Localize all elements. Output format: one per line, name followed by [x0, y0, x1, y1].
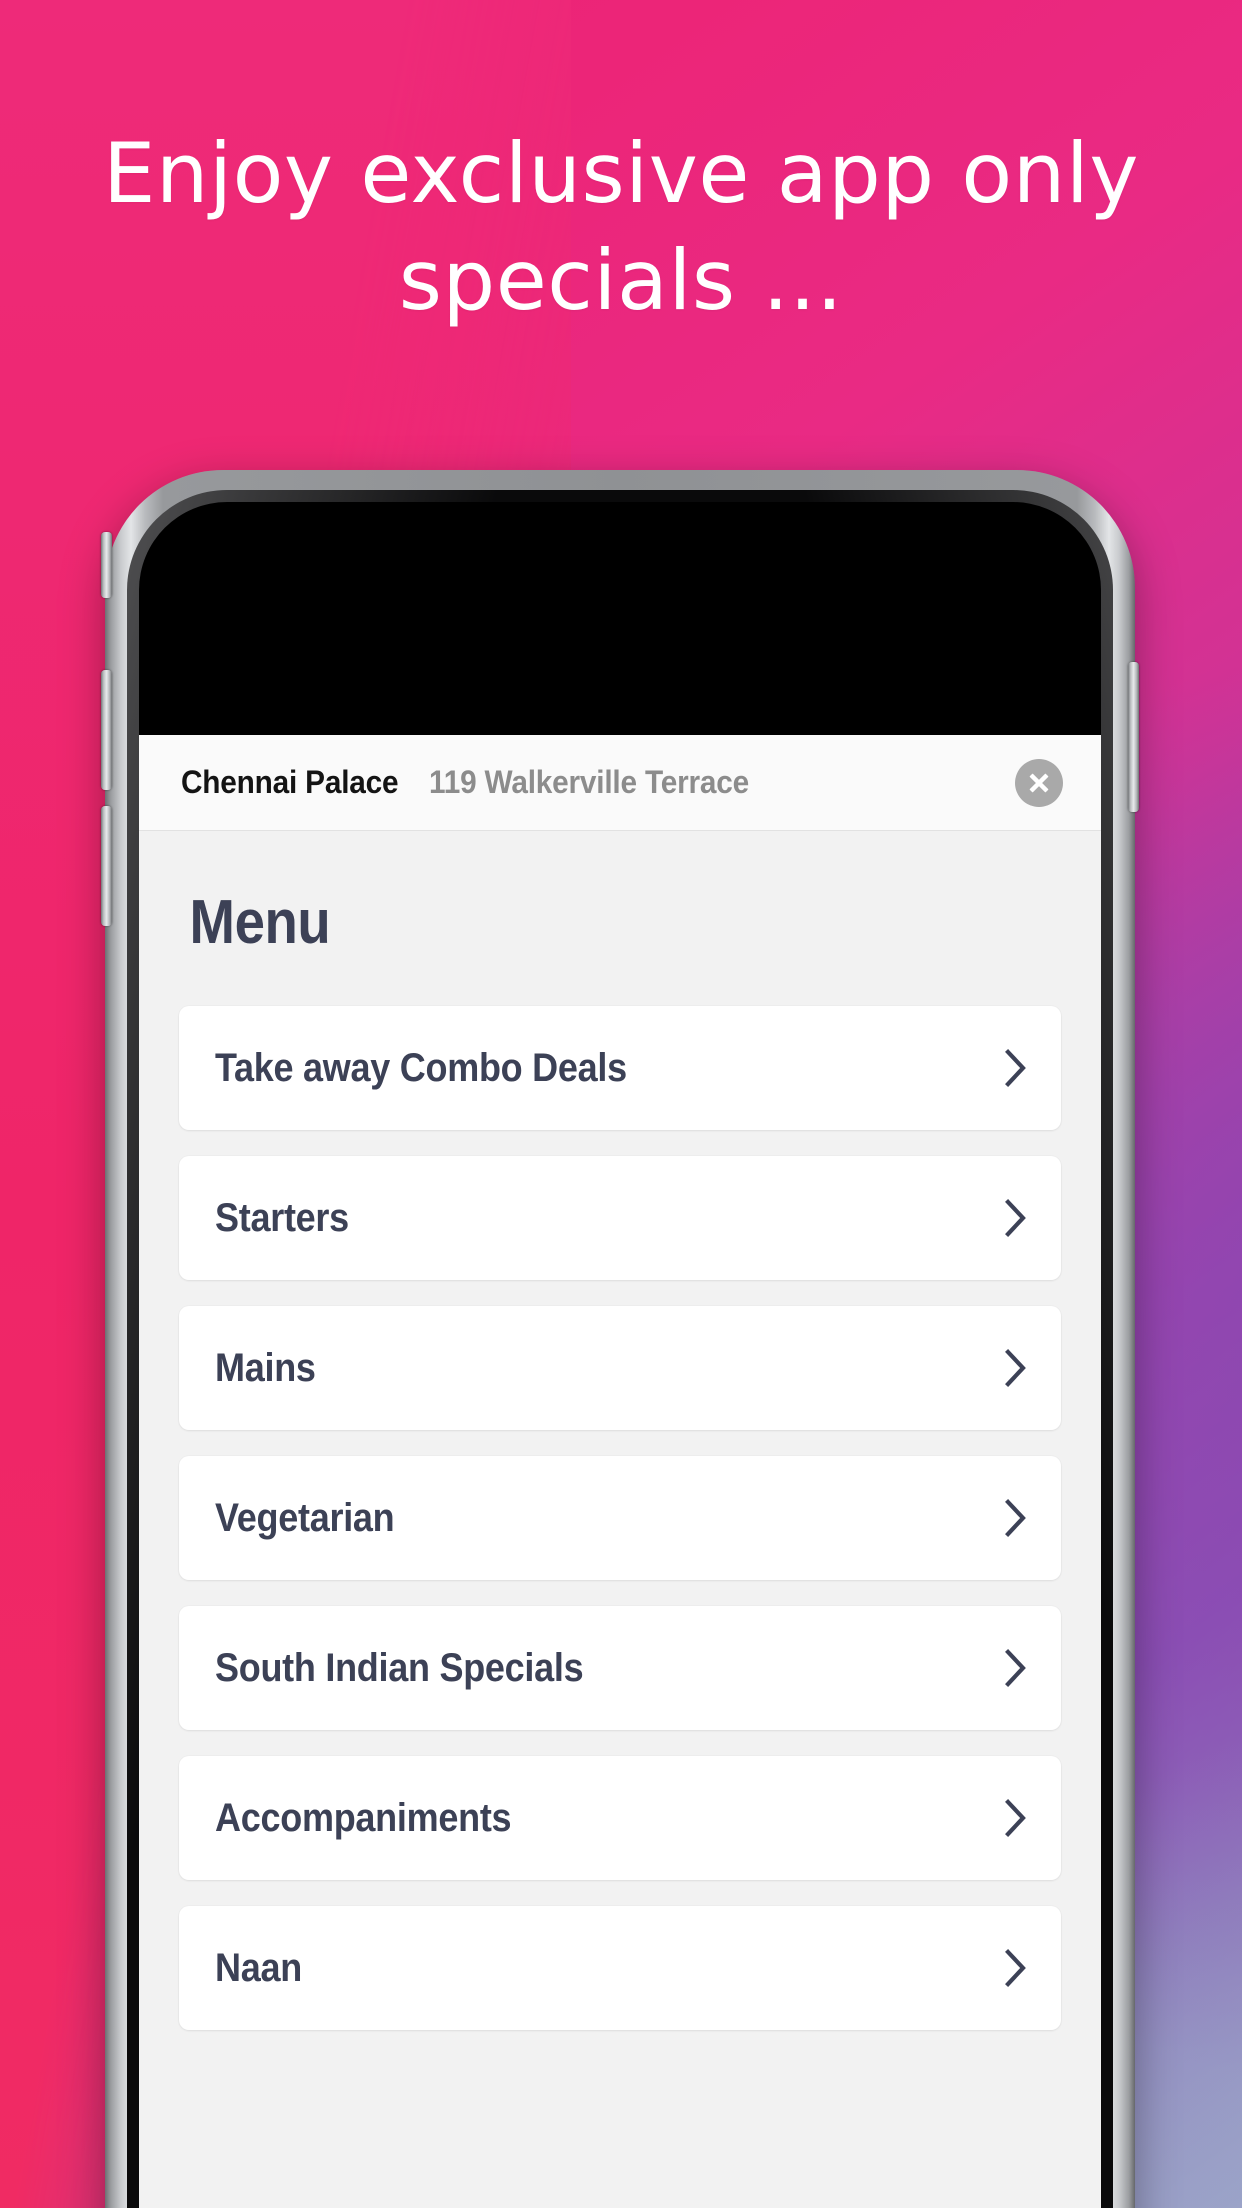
chevron-right-icon	[1005, 1199, 1027, 1237]
page-title: Menu	[189, 888, 331, 957]
menu-category-item[interactable]: Starters	[179, 1156, 1061, 1280]
phone-mockup: Chennai Palace 119 Walkerville Terrace M…	[101, 470, 1139, 2208]
chevron-right-icon	[1005, 1949, 1027, 1987]
restaurant-name: Chennai Palace	[181, 764, 399, 800]
menu-category-label: Accompaniments	[215, 1795, 512, 1840]
menu-category-label: Vegetarian	[215, 1495, 395, 1540]
app-screen: Chennai Palace 119 Walkerville Terrace M…	[139, 735, 1101, 2208]
menu-category-item[interactable]: Mains	[179, 1306, 1061, 1430]
menu-category-label: Naan	[215, 1945, 302, 1990]
chevron-right-icon	[1005, 1499, 1027, 1537]
volume-up-button[interactable]	[101, 670, 112, 790]
menu-category-label: Mains	[215, 1345, 316, 1390]
chevron-right-icon	[1005, 1649, 1027, 1687]
menu-category-item[interactable]: Naan	[179, 1906, 1061, 2030]
menu-category-label: Starters	[215, 1195, 349, 1240]
volume-down-button[interactable]	[101, 806, 112, 926]
chevron-right-icon	[1005, 1799, 1027, 1837]
close-icon	[1029, 773, 1049, 792]
chevron-right-icon	[1005, 1049, 1027, 1087]
menu-category-item[interactable]: Accompaniments	[179, 1756, 1061, 1880]
menu-category-item[interactable]: Take away Combo Deals	[179, 1006, 1061, 1130]
menu-list: Take away Combo Deals Starters Mains Vegeta…	[179, 1006, 1061, 2030]
menu-category-item[interactable]: Vegetarian	[179, 1456, 1061, 1580]
mute-switch[interactable]	[101, 532, 112, 598]
chevron-right-icon	[1005, 1349, 1027, 1387]
promo-headline-line-1: Enjoy exclusive app only	[102, 125, 1139, 222]
restaurant-address: 119 Walkerville Terrace	[428, 764, 749, 800]
app-header: Chennai Palace 119 Walkerville Terrace	[139, 735, 1101, 831]
app-body: Menu Take away Combo Deals Starters Mains V…	[139, 831, 1101, 2030]
close-button[interactable]	[1015, 758, 1063, 807]
promo-headline-line-2: specials ...	[398, 232, 844, 329]
power-button[interactable]	[1128, 662, 1139, 812]
menu-category-label: Take away Combo Deals	[215, 1045, 627, 1090]
promo-headline: Enjoy exclusive app only specials ...	[0, 132, 1242, 322]
menu-category-label: South Indian Specials	[215, 1645, 584, 1690]
menu-category-item[interactable]: South Indian Specials	[179, 1606, 1061, 1730]
